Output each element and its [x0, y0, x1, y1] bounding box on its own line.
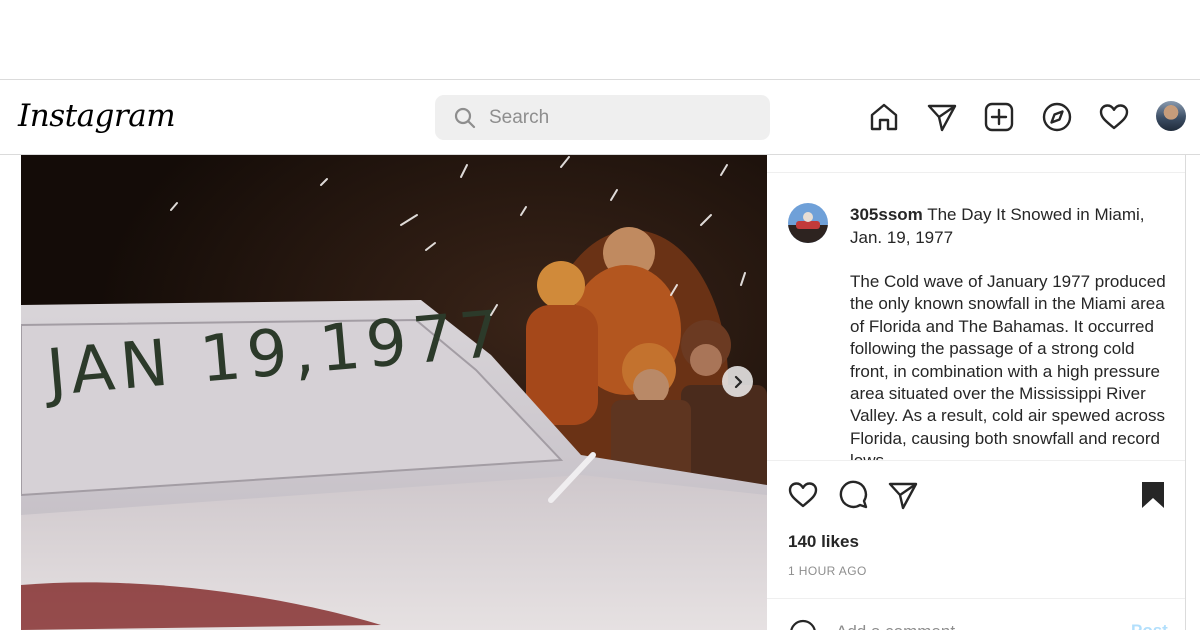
comment-input[interactable]	[836, 619, 1096, 630]
share-icon[interactable]	[887, 479, 919, 511]
comment-divider	[767, 598, 1185, 599]
panel-header-divider	[767, 172, 1185, 173]
actions-divider	[767, 460, 1185, 461]
emoji-icon[interactable]	[788, 618, 818, 630]
author-avatar[interactable]	[788, 203, 828, 243]
caption-section: 305ssom The Day It Snowed in Miami, Jan.…	[767, 174, 1185, 460]
activity-heart-icon[interactable]	[1098, 101, 1130, 133]
profile-avatar[interactable]	[1156, 101, 1186, 131]
direct-message-icon[interactable]	[926, 101, 958, 133]
likes-count[interactable]: 140 likes	[788, 532, 859, 552]
search-input[interactable]	[489, 105, 749, 131]
search-box[interactable]	[435, 95, 770, 140]
author-username[interactable]: 305ssom	[850, 205, 923, 224]
explore-icon[interactable]	[1041, 101, 1073, 133]
instagram-logo[interactable]: Instagram	[18, 98, 176, 134]
snow-car-photo: JAN 19,1977	[21, 155, 767, 630]
next-photo-button[interactable]	[722, 366, 753, 397]
home-icon[interactable]	[868, 101, 900, 133]
chevron-right-icon	[734, 375, 742, 388]
top-nav-bar: Instagram	[0, 80, 1200, 155]
panel-border	[1185, 155, 1186, 630]
comment-icon[interactable]	[837, 479, 869, 511]
post-timestamp[interactable]: 1 HOUR AGO	[788, 564, 867, 578]
new-post-icon[interactable]	[983, 101, 1015, 133]
search-icon	[454, 107, 476, 129]
caption-title: 305ssom The Day It Snowed in Miami, Jan.…	[850, 204, 1170, 249]
like-heart-icon[interactable]	[787, 479, 819, 511]
browser-blank-area	[0, 0, 1200, 80]
post-photo[interactable]: JAN 19,1977	[21, 155, 767, 630]
author-avatar-image	[788, 203, 828, 243]
post-comment-button[interactable]: Post	[1131, 621, 1168, 630]
save-bookmark-icon[interactable]	[1137, 479, 1169, 511]
caption-body: The Cold wave of January 1977 produced t…	[850, 272, 1166, 460]
